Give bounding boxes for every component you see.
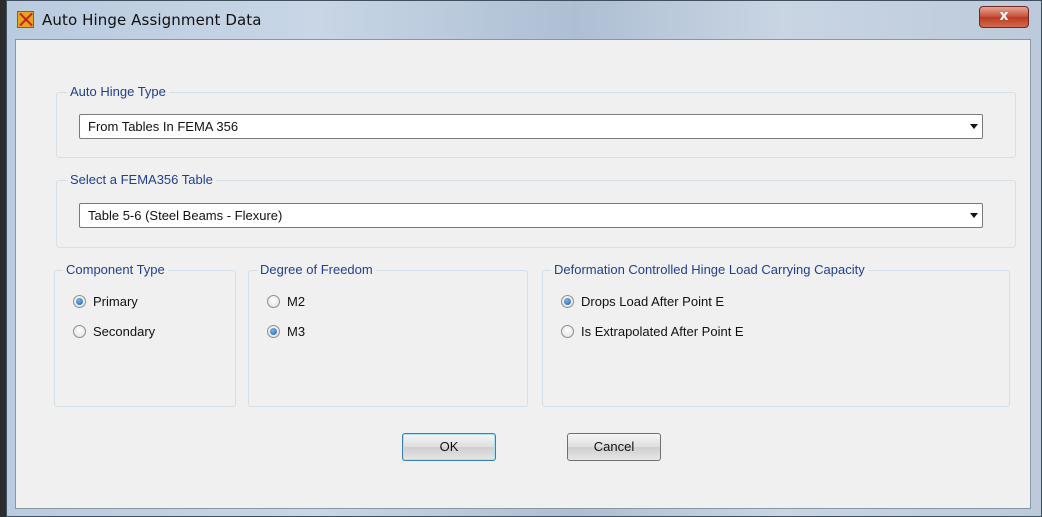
component-type-legend: Component Type	[63, 262, 168, 277]
radio-m3-label: M3	[287, 324, 306, 339]
fema-table-legend: Select a FEMA356 Table	[67, 172, 216, 187]
fema-table-dropdown[interactable]: Table 5-6 (Steel Beams - Flexure)	[79, 203, 983, 228]
ok-button[interactable]: OK	[402, 433, 496, 461]
dialog-body: Auto Hinge Type From Tables In FEMA 356 …	[15, 39, 1031, 509]
dialog-window: Auto Hinge Assignment Data x Auto Hinge …	[6, 0, 1042, 517]
auto-hinge-type-dropdown[interactable]: From Tables In FEMA 356	[79, 114, 983, 139]
radio-extrapolated-label: Is Extrapolated After Point E	[581, 324, 744, 339]
radio-drops-load-label: Drops Load After Point E	[581, 294, 725, 309]
radio-m2[interactable]	[267, 295, 280, 308]
deformation-capacity-legend: Deformation Controlled Hinge Load Carryi…	[551, 262, 868, 277]
auto-hinge-type-group: Auto Hinge Type From Tables In FEMA 356	[56, 84, 1016, 158]
degree-of-freedom-legend: Degree of Freedom	[257, 262, 376, 277]
radio-extrapolated[interactable]	[561, 325, 574, 338]
radio-primary-label: Primary	[93, 294, 138, 309]
window-title: Auto Hinge Assignment Data	[42, 11, 262, 29]
app-icon	[17, 11, 34, 28]
close-icon: x	[999, 8, 1009, 24]
cancel-button[interactable]: Cancel	[567, 433, 661, 461]
chevron-down-icon	[970, 124, 978, 129]
radio-m2-label: M2	[287, 294, 306, 309]
radio-m3[interactable]	[267, 325, 280, 338]
radio-drops-load[interactable]	[561, 295, 574, 308]
radio-secondary[interactable]	[73, 325, 86, 338]
auto-hinge-type-legend: Auto Hinge Type	[67, 84, 169, 99]
component-type-group: Component Type Primary Secondary	[54, 262, 236, 407]
close-button[interactable]: x	[979, 6, 1029, 28]
auto-hinge-type-value: From Tables In FEMA 356	[88, 119, 239, 134]
title-bar[interactable]: Auto Hinge Assignment Data x	[7, 1, 1041, 39]
degree-of-freedom-group: Degree of Freedom M2 M3	[248, 262, 528, 407]
radio-secondary-label: Secondary	[93, 324, 156, 339]
fema-table-group: Select a FEMA356 Table Table 5-6 (Steel …	[56, 172, 1016, 248]
chevron-down-icon	[970, 213, 978, 218]
radio-primary[interactable]	[73, 295, 86, 308]
fema-table-value: Table 5-6 (Steel Beams - Flexure)	[88, 208, 283, 223]
deformation-capacity-group: Deformation Controlled Hinge Load Carryi…	[542, 262, 1010, 407]
